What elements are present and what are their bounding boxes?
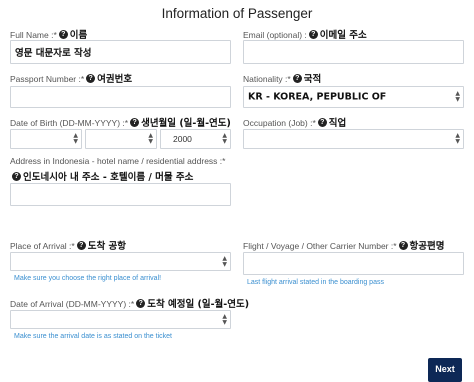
full-name-label-text: Full Name :* <box>10 30 57 40</box>
place-of-arrival-label: Place of Arrival :*? 도착 공항 <box>10 238 126 252</box>
place-of-arrival-label-text: Place of Arrival :* <box>10 241 75 251</box>
address-label-ko-row: ? 인도네시아 내 주소 - 호텔이름 / 머물 주소 <box>10 169 193 183</box>
flight-label: Flight / Voyage / Other Carrier Number :… <box>243 238 445 252</box>
place-of-arrival-label-ko: 도착 공항 <box>87 241 127 252</box>
full-name-input[interactable]: 영문 대문자로 작성 <box>10 40 231 64</box>
dropdown-arrow-icon: ▲ ▼ <box>148 132 153 145</box>
dob-label-ko: 생년월일 (일-월-연도) <box>141 118 231 129</box>
next-button[interactable]: Next <box>428 358 462 382</box>
date-of-arrival-label-ko: 도착 예정일 (일-월-연도) <box>147 299 250 310</box>
email-input[interactable] <box>243 40 464 64</box>
dob-year-value: 2000 <box>173 134 192 144</box>
occupation-label-text: Occupation (Job) :* <box>243 118 316 128</box>
question-circle-icon[interactable]: ? <box>86 74 96 84</box>
occupation-select[interactable]: ▲ ▼ <box>243 129 464 149</box>
email-label: Email (optional) :? 이메일 주소 <box>243 27 367 41</box>
dropdown-arrow-icon: ▲ ▼ <box>73 132 78 145</box>
date-of-arrival-label: Date of Arrival (DD-MM-YYYY) :*? 도착 예정일 (… <box>10 296 249 310</box>
question-circle-icon[interactable]: ? <box>308 30 318 40</box>
flight-label-ko: 항공편명 <box>409 241 445 252</box>
email-label-text: Email (optional) : <box>243 30 307 40</box>
dropdown-arrow-icon: ▲ ▼ <box>222 132 227 145</box>
nationality-label-ko: 국적 <box>303 74 322 85</box>
occupation-label: Occupation (Job) :*? 직업 <box>243 115 346 129</box>
question-circle-icon[interactable]: ? <box>76 241 86 251</box>
question-circle-icon[interactable]: ? <box>136 299 146 309</box>
occupation-label-ko: 직업 <box>328 118 347 129</box>
dropdown-arrow-icon: ▲ ▼ <box>455 132 460 145</box>
full-name-value: 영문 대문자로 작성 <box>15 48 92 59</box>
date-of-arrival-label-text: Date of Arrival (DD-MM-YYYY) :* <box>10 299 135 309</box>
nationality-value: KR - KOREA, PEPUBLIC OF <box>248 91 387 103</box>
place-of-arrival-select[interactable]: ▲ ▼ <box>10 252 231 271</box>
date-of-arrival-hint: Make sure the arrival date is as stated … <box>14 333 172 340</box>
passport-number-input[interactable] <box>10 86 231 108</box>
passport-label: Passport Number :*? 여권번호 <box>10 71 132 85</box>
nationality-label: Nationality :*? 국적 <box>243 71 321 85</box>
address-input[interactable] <box>10 183 231 206</box>
dob-year-select[interactable]: 2000 ▲ ▼ <box>160 129 231 149</box>
dob-day-select[interactable]: ▲ ▼ <box>10 129 82 149</box>
nationality-label-text: Nationality :* <box>243 74 291 84</box>
place-of-arrival-hint: Make sure you choose the right place of … <box>14 275 162 282</box>
dob-label-text: Date of Birth (DD-MM-YYYY) :* <box>10 118 129 128</box>
flight-label-text: Flight / Voyage / Other Carrier Number :… <box>243 241 397 251</box>
dropdown-arrow-icon: ▲ ▼ <box>222 312 227 326</box>
question-circle-icon[interactable]: ? <box>58 30 68 40</box>
full-name-label: Full Name :*? 이름 <box>10 27 87 41</box>
address-label-ko: 인도네시아 내 주소 - 호텔이름 / 머물 주소 <box>23 172 194 183</box>
question-circle-icon[interactable]: ? <box>292 74 302 84</box>
page-title: Information of Passenger <box>161 6 313 21</box>
address-label-en: Address in Indonesia - hotel name / resi… <box>10 156 226 166</box>
question-circle-icon[interactable]: ? <box>12 172 21 182</box>
flight-number-input[interactable] <box>243 252 464 275</box>
dropdown-arrow-icon: ▲ ▼ <box>455 90 460 103</box>
flight-hint: Last flight arrival stated in the boardi… <box>247 279 384 286</box>
question-circle-icon[interactable]: ? <box>398 241 408 251</box>
dropdown-arrow-icon: ▲ ▼ <box>222 254 227 268</box>
question-circle-icon[interactable]: ? <box>130 118 140 128</box>
dob-month-select[interactable]: ▲ ▼ <box>85 129 157 149</box>
dob-label: Date of Birth (DD-MM-YYYY) :*? 생년월일 (일-월-… <box>10 115 231 129</box>
nationality-select[interactable]: KR - KOREA, PEPUBLIC OF ▲ ▼ <box>243 86 464 108</box>
question-circle-icon[interactable]: ? <box>317 118 327 128</box>
passport-label-text: Passport Number :* <box>10 74 85 84</box>
passport-label-ko: 여권번호 <box>97 74 133 85</box>
date-of-arrival-select[interactable]: ▲ ▼ <box>10 310 231 329</box>
